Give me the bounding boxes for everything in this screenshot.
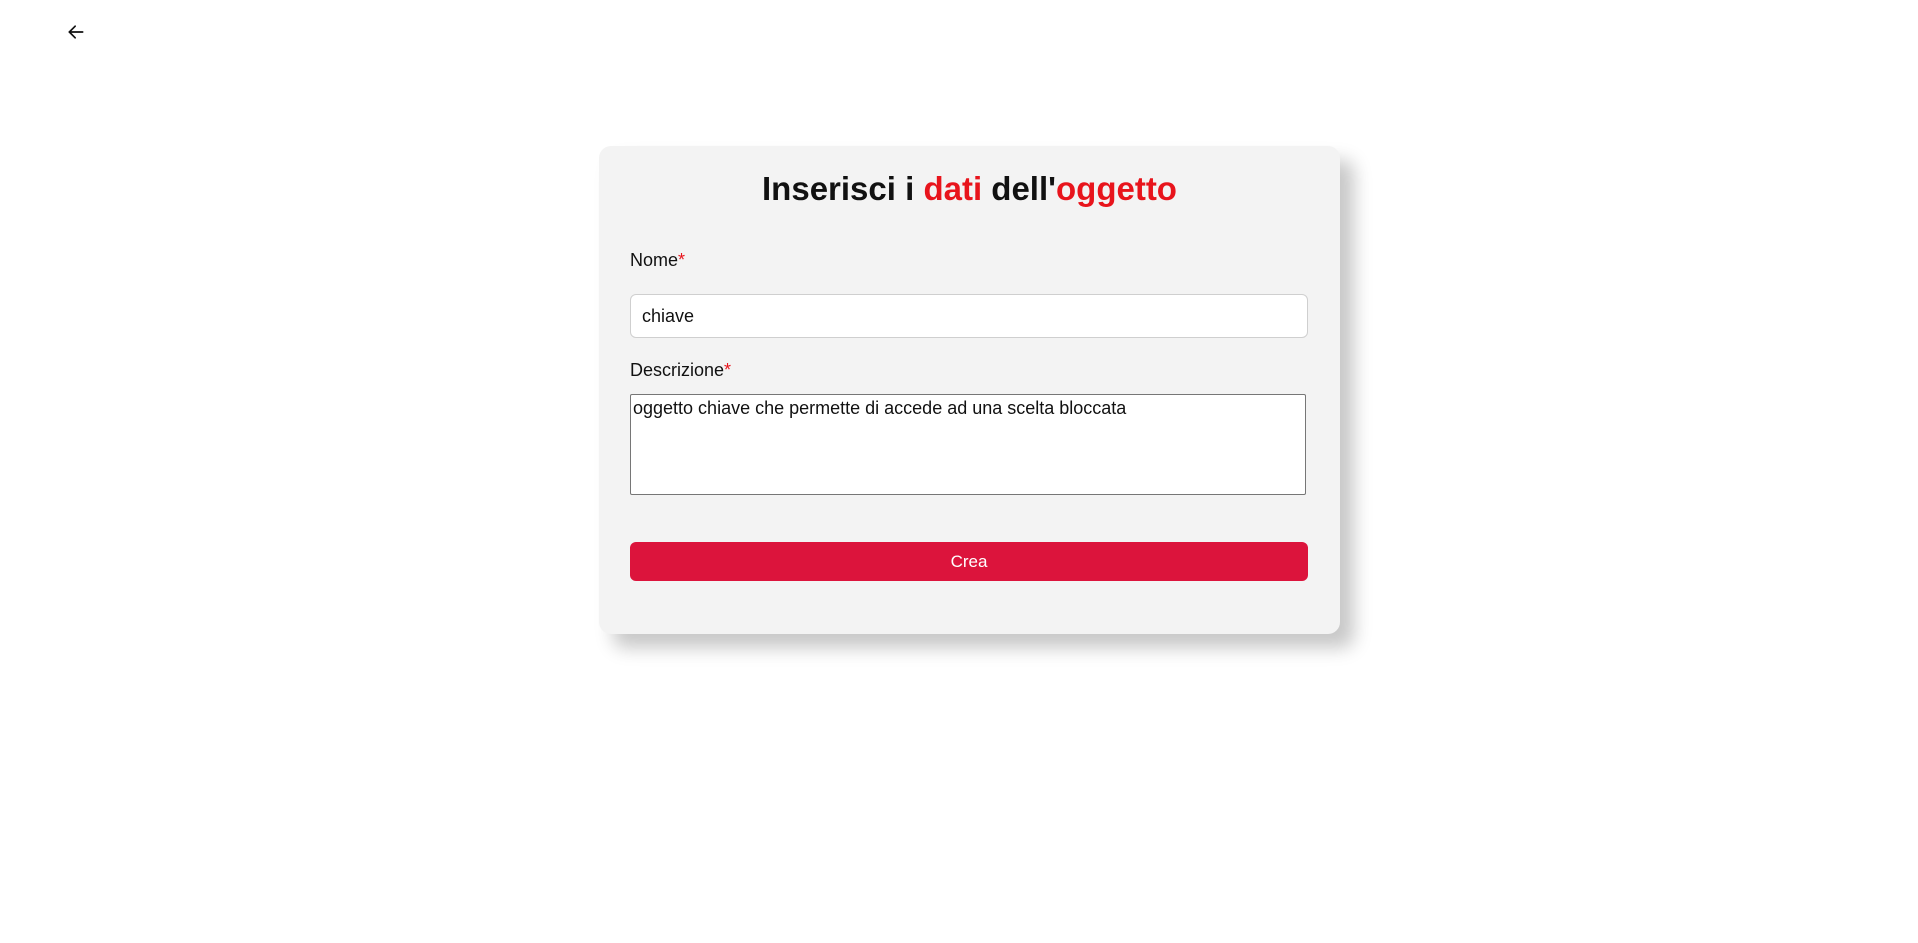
description-label: Descrizione* [630, 360, 731, 381]
description-label-text: Descrizione [630, 360, 725, 380]
page-title: Inserisci i dati dell'oggetto [599, 170, 1340, 208]
arrow-left-icon [66, 22, 86, 45]
back-button[interactable] [62, 19, 90, 47]
title-part-3: dell' [982, 170, 1056, 207]
name-input[interactable] [630, 294, 1308, 338]
create-button[interactable]: Crea [630, 542, 1308, 581]
title-part-1: Inserisci i [762, 170, 924, 207]
title-part-4: oggetto [1056, 170, 1177, 207]
description-textarea[interactable]: oggetto chiave che permette di accede ad… [630, 394, 1306, 495]
title-part-2: dati [923, 170, 983, 207]
description-required-mark: * [724, 360, 732, 380]
name-label: Nome* [630, 250, 685, 271]
name-required-mark: * [678, 250, 686, 270]
name-label-text: Nome [630, 250, 679, 270]
create-object-card: Inserisci i dati dell'oggetto Nome* Desc… [599, 146, 1340, 634]
